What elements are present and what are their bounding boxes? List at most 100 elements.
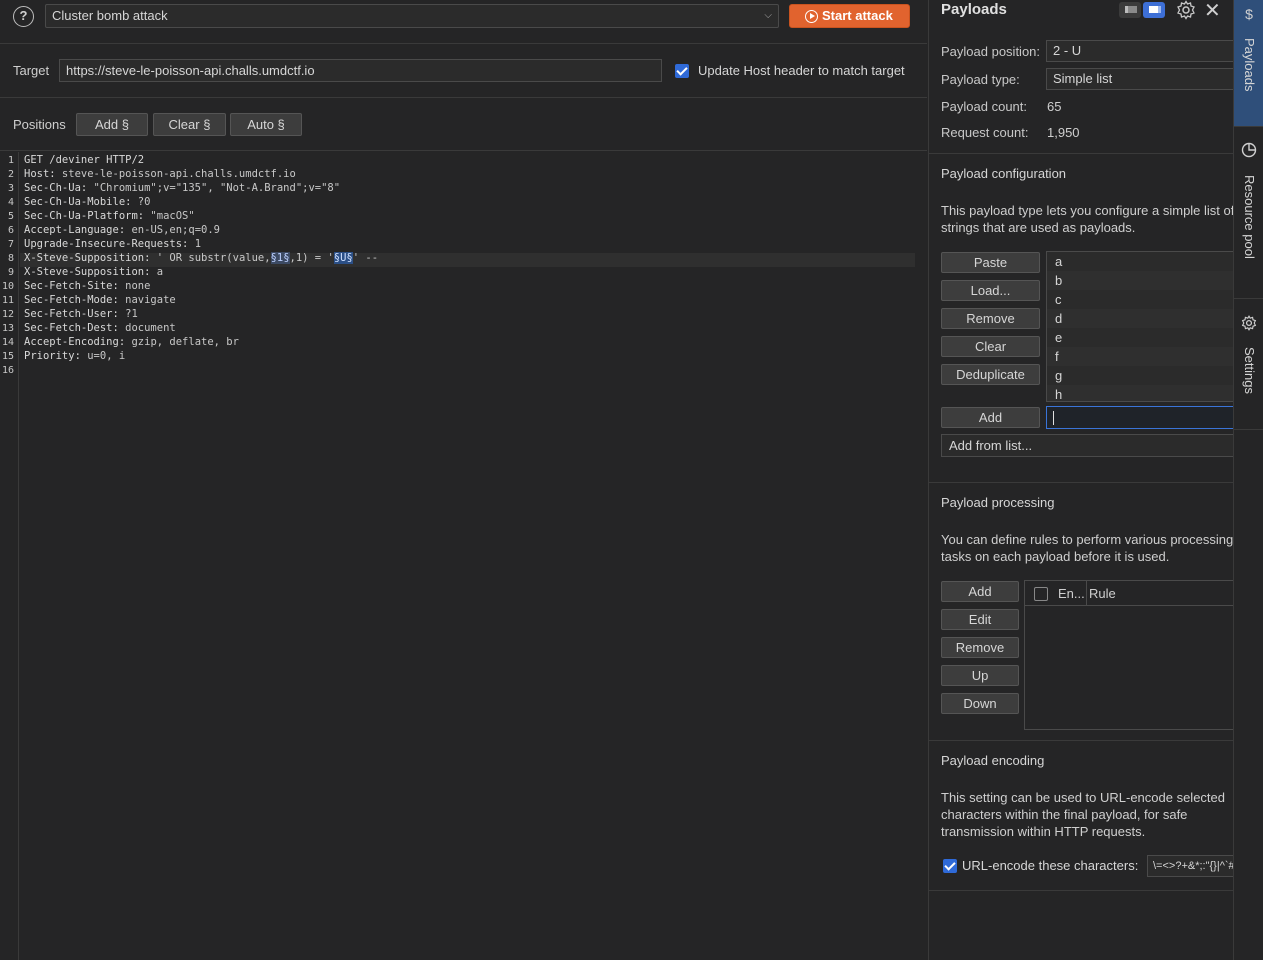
header-value: steve-le-poisson-api.challs.umdctf.io [55,168,296,180]
header-key: X-Steve-Supposition: [24,252,151,264]
line-number: 13 [1,323,14,334]
target-url-input[interactable]: https://steve-le-poisson-api.challs.umdc… [59,59,662,82]
url-encode-checkbox[interactable] [943,859,957,873]
payload-position-select[interactable]: 2 - U [1046,40,1233,62]
list-item[interactable]: a [1047,252,1233,271]
request-line[interactable]: X-Steve-Supposition: ' OR substr(value,§… [24,251,378,265]
payload-processing-desc: You can define rules to perform various … [941,531,1233,565]
list-item[interactable]: b [1047,271,1233,290]
gear-icon[interactable] [1176,0,1196,20]
load-button[interactable]: Load... [941,280,1040,301]
request-line[interactable]: GET /deviner HTTP/2 [24,153,144,167]
select-all-rules-checkbox[interactable] [1034,587,1048,601]
request-line[interactable]: Sec-Fetch-Mode: navigate [24,293,176,307]
list-item[interactable]: d [1047,309,1233,328]
layout-horizontal-icon[interactable] [1119,2,1141,18]
rules-table-header: En... Rule [1025,581,1233,606]
attack-type-select[interactable]: Cluster bomb attack ⌵ [45,4,779,28]
line-number: 14 [1,337,14,348]
tab-resource-pool-label: Resource pool [1242,175,1257,259]
paste-button[interactable]: Paste [941,252,1040,273]
request-line[interactable]: Accept-Encoding: gzip, deflate, br [24,335,239,349]
request-line[interactable]: Sec-Fetch-User: ?1 [24,307,138,321]
payload-list[interactable]: a b c d e f g h [1046,251,1233,402]
header-value: a [150,266,164,278]
update-host-checkbox[interactable] [675,64,689,78]
close-icon[interactable]: ✕ [1204,0,1221,23]
rules-enabled-column[interactable]: En... [1058,586,1085,601]
deduplicate-button[interactable]: Deduplicate [941,364,1040,385]
tab-payloads[interactable]: $ Payloads [1234,0,1263,126]
add-marker-button[interactable]: Add § [76,113,148,136]
tab-resource-pool[interactable]: Resource pool [1234,127,1263,298]
payload-encoding-desc: This setting can be used to URL-encode s… [941,789,1233,840]
tab-settings-label: Settings [1242,347,1257,394]
start-attack-button[interactable]: Start attack [789,4,910,28]
layout-vertical-icon[interactable] [1143,2,1165,18]
payload-marker-selected[interactable]: §U§ [333,252,353,264]
list-item[interactable]: h [1047,385,1233,401]
edit-rule-button[interactable]: Edit [941,609,1019,630]
list-item[interactable]: g [1047,366,1233,385]
list-item[interactable]: c [1047,290,1233,309]
clear-button[interactable]: Clear [941,336,1040,357]
header-value: ?1 [118,308,138,320]
auto-markers-button[interactable]: Auto § [230,113,302,136]
header-key: Sec-Fetch-User: [24,308,119,320]
header-value: 1 [188,238,202,250]
header-value: navigate [118,294,176,306]
request-line[interactable]: Sec-Fetch-Site: none [24,279,150,293]
add-from-list-select[interactable]: Add from list... [941,434,1233,457]
line-number: 10 [1,281,14,292]
remove-button[interactable]: Remove [941,308,1040,329]
tab-settings[interactable]: Settings [1234,299,1263,429]
desc-line: This payload type lets you configure a s… [941,203,1233,218]
add-payload-button[interactable]: Add [941,407,1040,428]
add-payload-input[interactable] [1046,406,1233,429]
request-line[interactable]: X-Steve-Supposition: a [24,265,163,279]
target-row: Target https://steve-le-poisson-api.chal… [0,44,927,98]
move-rule-down-button[interactable]: Down [941,693,1019,714]
list-item[interactable]: e [1047,328,1233,347]
help-icon[interactable]: ? [13,6,34,27]
request-editor[interactable]: 1 2 3 4 5 6 7 8 9 10 11 12 13 14 15 16 GET /deviner HTT… [0,152,927,960]
move-rule-up-button[interactable]: Up [941,665,1019,686]
request-line[interactable]: Sec-Ch-Ua-Mobile: ?0 [24,195,150,209]
header-value: ?0 [131,196,151,208]
header-key: Sec-Ch-Ua-Platform: [24,210,145,222]
column-divider [1086,581,1087,606]
header-key: Accept-Encoding: [24,336,126,348]
payload-type-select[interactable]: Simple list [1046,68,1233,90]
request-line[interactable]: Sec-Ch-Ua-Platform: "macOS" [24,209,195,223]
payload-marker[interactable]: §1§ [270,252,290,264]
processing-rules-table[interactable]: En... Rule [1024,580,1233,730]
remove-rule-button[interactable]: Remove [941,637,1019,658]
header-key: Sec-Fetch-Site: [24,280,119,292]
header-value: ' OR substr(value, [150,252,271,264]
header-key: Priority: [24,350,81,362]
request-line[interactable]: Priority: u=0, i [24,349,125,363]
request-line[interactable]: Host: steve-le-poisson-api.challs.umdctf… [24,167,296,181]
rules-rule-column[interactable]: Rule [1089,586,1116,601]
divider [929,740,1233,741]
request-line[interactable]: Upgrade-Insecure-Requests: 1 [24,237,201,251]
add-rule-button[interactable]: Add [941,581,1019,602]
payload-configuration-desc: This payload type lets you configure a s… [941,202,1233,236]
intruder-main-panel: ? Cluster bomb attack ⌵ Start attack Tar… [0,0,927,960]
line-number: 4 [7,197,14,208]
update-host-label: Update Host header to match target [698,63,905,78]
url-encode-chars-input[interactable]: \=<>?+&*;:"{}|^`# [1147,855,1233,877]
line-number: 11 [1,295,14,306]
desc-line: transmission within HTTP requests. [941,824,1146,839]
clear-markers-button[interactable]: Clear § [153,113,226,136]
divider [1234,429,1263,430]
attack-toolbar: ? Cluster bomb attack ⌵ Start attack [0,0,927,44]
line-number: 7 [7,239,14,250]
request-count-label: Request count: [941,125,1029,140]
request-line[interactable]: Accept-Language: en-US,en;q=0.9 [24,223,220,237]
list-item[interactable]: f [1047,347,1233,366]
header-key: Sec-Fetch-Mode: [24,294,119,306]
desc-line: strings that are used as payloads. [941,220,1136,235]
request-line[interactable]: Sec-Ch-Ua: "Chromium";v="135", "Not-A.Br… [24,181,340,195]
request-line[interactable]: Sec-Fetch-Dest: document [24,321,176,335]
